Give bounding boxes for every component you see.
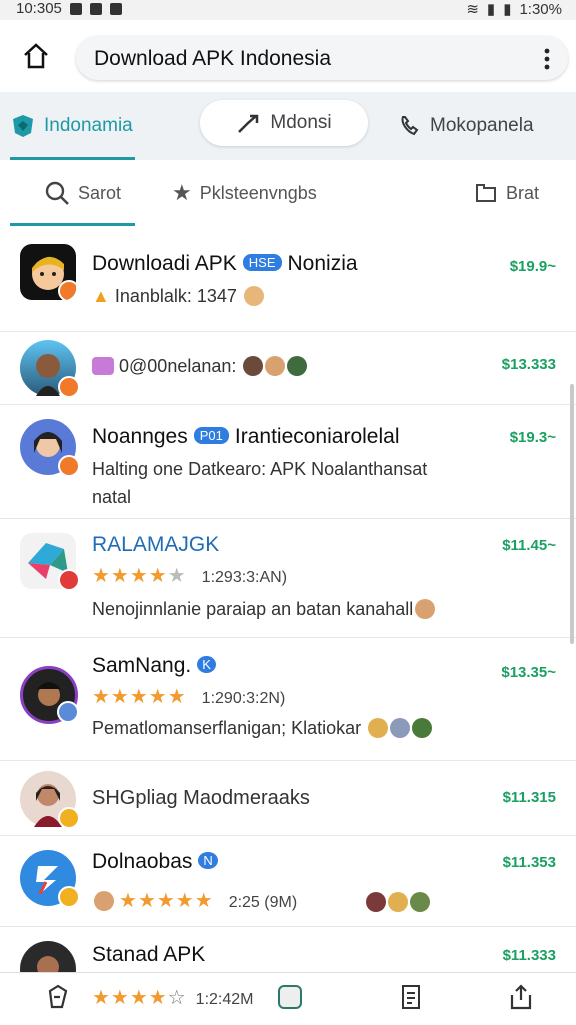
item-price: $11.353 <box>502 854 556 871</box>
list-item[interactable]: Dolnaobas N ★★★★★ 2:25 (9M) $11.353 <box>0 836 576 927</box>
app-icon <box>20 850 80 908</box>
notification-icon <box>109 2 122 15</box>
tab-sarot[interactable]: Sarot <box>10 160 135 226</box>
update-badge <box>57 701 79 723</box>
item-price: $19.3~ <box>509 429 556 446</box>
pin-icon <box>238 114 259 133</box>
app-icon <box>20 244 76 300</box>
scrollbar[interactable] <box>570 384 574 644</box>
item-rating: ★★★★☆ 1:2:42M <box>92 987 254 1009</box>
rating-stars: ★★★★ <box>92 987 168 1009</box>
avatar <box>20 771 80 829</box>
tag-badge: HSE <box>242 254 282 271</box>
status-bar: 10:305 ≋ ▮ ▮ 1:30% <box>0 0 576 20</box>
tab-mokopanela[interactable]: Mokopanela <box>398 92 534 160</box>
tab-indonamia[interactable]: Indonamia <box>10 92 135 160</box>
item-price: $13.35~ <box>501 664 556 681</box>
list-item[interactable]: Stanad APK $11.333 <box>0 927 576 972</box>
verified-badge: N <box>198 852 218 869</box>
list-item[interactable]: Downloadi APK HSE Nonizia ▲ Inanblalk: 134… <box>0 226 576 332</box>
tab-pklsteenvngbs[interactable]: ★ Pklsteenvngbs <box>172 160 317 226</box>
tab-label: Indonamia <box>44 115 133 136</box>
tab-label: Pklsteenvngbs <box>199 182 317 203</box>
notification-icon <box>69 2 82 15</box>
item-rating: ★★★★★ 2:25 (9M) <box>92 888 297 913</box>
item-price: $11.315 <box>502 789 556 806</box>
item-subtitle: ▲ Inanblalk: 1347 <box>92 286 264 307</box>
tab-label: Brat <box>506 182 540 203</box>
battery-icon: ▮ <box>503 1 512 18</box>
item-title: Noannges P01 Irantieconiarolelal <box>92 425 400 448</box>
item-price: $11.45~ <box>502 537 556 554</box>
star-icon: ★ <box>172 180 192 205</box>
update-badge <box>58 569 80 591</box>
app-icon <box>92 357 114 375</box>
item-subtitle: Pematlomanserflanigan; Klatiokar <box>92 718 433 739</box>
home-icon[interactable] <box>20 40 52 72</box>
signal-icon: ▮ <box>486 1 496 18</box>
item-title: SHGpliag Maodmeraaks <box>92 787 310 809</box>
address-bar-area: Download APK Indonesia <box>0 20 576 92</box>
app-list: Downloadi APK HSE Nonizia ▲ Inanblalk: 134… <box>0 226 576 972</box>
tag-badge: P01 <box>193 427 229 444</box>
update-badge <box>58 807 80 829</box>
item-price: $11.333 <box>502 947 556 964</box>
bottom-nav: ★★★★☆ 1:2:42M <box>0 972 576 1025</box>
rating-stars: ★★★★★ <box>92 686 187 708</box>
tab-brat[interactable]: Brat <box>474 160 539 226</box>
item-subtitle: Halting one Datkearo: APK Noalanthansat <box>92 459 428 479</box>
status-time-right: 1:30% <box>519 0 562 18</box>
search-icon <box>45 181 69 205</box>
item-subtitle-continued: natal <box>92 487 132 507</box>
tabs-icon[interactable] <box>276 983 304 1011</box>
item-price: $19.9~ <box>509 258 556 275</box>
update-badge <box>58 886 80 908</box>
verified-badge: K <box>197 656 216 673</box>
tab-label: Mdonsi <box>270 112 332 133</box>
share-icon[interactable] <box>508 983 534 1011</box>
item-title: Stanad APK <box>92 943 206 966</box>
rating-stars: ★★★★ <box>92 565 168 587</box>
tab-label: Sarot <box>78 182 122 203</box>
rating-stars: ★★★★★ <box>119 890 214 912</box>
url-field[interactable]: Download APK Indonesia <box>76 36 568 80</box>
avatar <box>20 666 79 724</box>
item-rating: ★★★★★ 1:290:3:2N) <box>92 686 286 708</box>
page-title: Download APK Indonesia <box>94 47 331 70</box>
item-subtitle: 0@00nelanan: <box>92 356 308 377</box>
phone-icon <box>401 116 419 136</box>
more-vert-icon[interactable] <box>544 48 550 70</box>
folder-icon <box>476 184 496 202</box>
update-badge <box>58 455 80 477</box>
item-title: SamNang. K <box>92 654 222 678</box>
avatar <box>20 340 80 398</box>
back-share-icon[interactable] <box>44 983 70 1011</box>
avatar <box>20 941 76 972</box>
tab-label: Mokopanela <box>430 115 534 136</box>
list-item[interactable]: SHGpliag Maodmeraaks $11.315 <box>0 761 576 836</box>
tab-mdonsi[interactable]: Mdonsi <box>200 100 368 146</box>
status-time-left: 10:305 <box>16 0 62 17</box>
list-item[interactable]: RALAMAJGK ★★★★★ 1:293:3:AN) Nenojinnlani… <box>0 519 576 638</box>
update-badge <box>58 376 80 398</box>
filter-tabs: Sarot ★ Pklsteenvngbs Brat <box>0 160 576 363</box>
item-title: Downloadi APK HSE Nonizia <box>92 252 358 275</box>
item-title: RALAMAJGK <box>92 533 220 556</box>
item-rating: ★★★★★ 1:293:3:AN) <box>92 565 288 587</box>
top-tabs: Indonamia Mdonsi Mokopanela <box>0 92 576 160</box>
wifi-icon: ≋ <box>466 1 479 18</box>
list-item[interactable]: 0@00nelanan: $13.333 <box>0 332 576 405</box>
app-icon <box>20 533 80 591</box>
item-price: $13.333 <box>501 356 556 373</box>
item-subtitle: Nenojinnlanie paraiap an batan kanahall <box>92 599 436 620</box>
flag-icon <box>13 115 33 137</box>
item-title: Dolnaobas N <box>92 850 224 874</box>
update-badge <box>58 280 76 300</box>
list-item[interactable]: Noannges P01 Irantieconiarolelal Halting o… <box>0 405 576 519</box>
document-icon[interactable] <box>398 983 424 1011</box>
avatar <box>20 419 80 477</box>
list-item[interactable]: SamNang. K ★★★★★ 1:290:3:2N) Pematlomanse… <box>0 638 576 761</box>
notification-icon <box>89 2 102 15</box>
